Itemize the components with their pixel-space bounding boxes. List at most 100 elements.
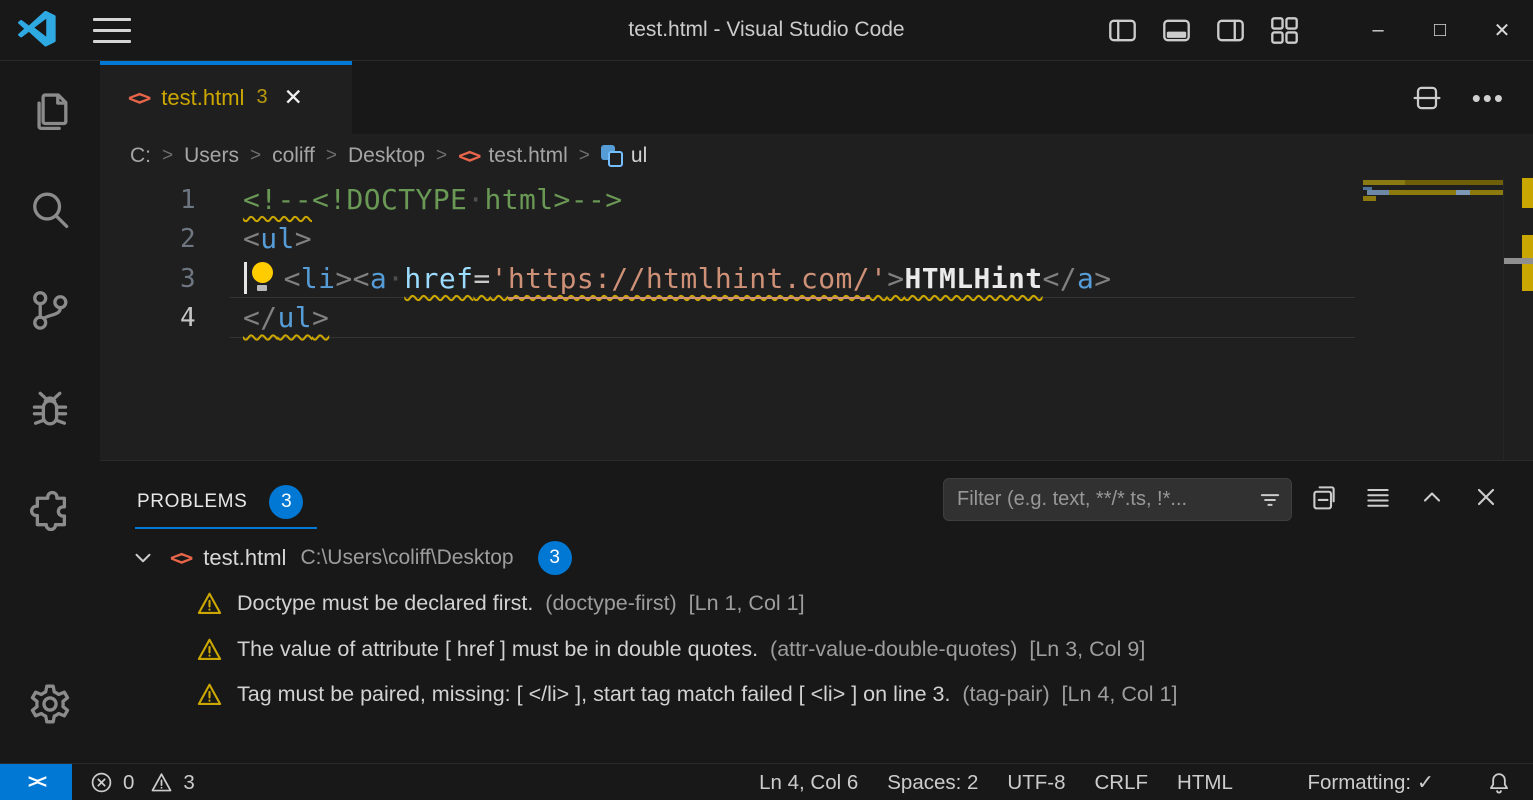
tab-close-icon[interactable]: ✕: [284, 84, 303, 111]
sidebar-item-settings[interactable]: [0, 669, 99, 739]
symbol-element-icon: [601, 145, 623, 167]
toggle-secondary-sidebar-button[interactable]: [1215, 15, 1246, 46]
check-icon: ✓: [1417, 771, 1434, 794]
code-token: HTMLHint: [905, 262, 1043, 295]
bell-icon: [1487, 771, 1511, 795]
status-formatting[interactable]: Formatting: ✓: [1262, 746, 1434, 800]
warning-icon: [196, 636, 223, 663]
status-encoding[interactable]: UTF-8: [1007, 771, 1065, 795]
chevron-right-icon: >: [162, 145, 173, 167]
problems-file-path: C:\Users\coliff\Desktop: [300, 546, 513, 570]
sidebar-item-search[interactable]: [0, 175, 99, 245]
activity-bar: [0, 61, 101, 763]
code-token: ul: [278, 301, 313, 334]
sidebar-item-explorer[interactable]: [0, 75, 99, 145]
notifications-bell[interactable]: [1487, 764, 1511, 800]
status-language[interactable]: HTML: [1177, 771, 1233, 795]
toggle-primary-sidebar-button[interactable]: [1107, 15, 1138, 46]
customize-layout-button[interactable]: [1269, 15, 1300, 46]
code-token: =: [473, 262, 490, 295]
sidebar-item-extensions[interactable]: [0, 473, 99, 543]
status-bar: >< 0 3 Ln 4, Col 6 Spaces: 2 UTF-8 CRLF …: [0, 763, 1533, 800]
error-icon: [90, 771, 113, 794]
html-file-icon: <>: [128, 86, 149, 110]
chevron-right-icon: >: [579, 145, 590, 167]
code-token: ': [870, 262, 887, 295]
lightbulb-icon[interactable]: [252, 262, 274, 292]
minimap[interactable]: [1360, 178, 1503, 460]
breadcrumb-item-symbol[interactable]: ul: [631, 144, 647, 168]
window-minimize-button[interactable]: –: [1347, 0, 1409, 60]
code-token: >: [335, 262, 352, 295]
filter-icon[interactable]: [1257, 487, 1283, 513]
problems-file-name: test.html: [203, 545, 286, 571]
problems-file-row[interactable]: <> test.html C:\Users\coliff\Desktop 3: [100, 537, 1533, 579]
tab-problems[interactable]: PROBLEMS 3: [137, 485, 303, 519]
sidebar-item-source-control[interactable]: [0, 275, 99, 345]
problem-row[interactable]: Doctype must be declared first. (doctype…: [100, 581, 1533, 626]
warning-icon: [196, 681, 223, 708]
breadcrumb-item-file[interactable]: test.html: [488, 144, 567, 168]
code-token: <!DOCTYPE: [312, 183, 467, 216]
warning-icon: [196, 590, 223, 617]
line-number: 2: [100, 219, 196, 259]
problem-row[interactable]: Tag must be paired, missing: [ </li> ], …: [100, 672, 1533, 717]
code-token: >: [887, 262, 904, 295]
problem-code-location: (tag-pair) [Ln 4, Col 1]: [950, 682, 1177, 707]
problem-message: The value of attribute [ href ] must be …: [237, 637, 758, 662]
window-title: test.html - Visual Studio Code: [0, 0, 1533, 60]
status-eol[interactable]: CRLF: [1095, 771, 1149, 795]
breadcrumb-item-users[interactable]: Users: [184, 144, 239, 168]
window-close-button[interactable]: ✕: [1471, 0, 1533, 60]
split-editor-icon[interactable]: [1412, 83, 1442, 113]
code-line-4[interactable]: 4 </ul>: [100, 298, 1360, 338]
view-as-table-icon[interactable]: [1364, 483, 1392, 511]
close-panel-icon[interactable]: [1472, 483, 1500, 511]
problem-row[interactable]: The value of attribute [ href ] must be …: [100, 627, 1533, 672]
code-token: ·: [467, 183, 484, 216]
text-cursor: [244, 262, 247, 294]
tab-test-html[interactable]: <> test.html 3 ✕: [100, 61, 352, 134]
breadcrumb-item-folder[interactable]: Desktop: [348, 144, 425, 168]
code-line-3[interactable]: 3<li><a·href='https://htmlhint.com/'>HTM…: [100, 259, 1360, 299]
status-cursor-position[interactable]: Ln 4, Col 6: [759, 771, 858, 795]
code-editor[interactable]: 1<!--<!DOCTYPE·html>-->2<ul>3<li><a·href…: [100, 178, 1360, 460]
chevron-right-icon: >: [326, 145, 337, 167]
remote-indicator[interactable]: ><: [0, 764, 72, 800]
line-number: 4: [100, 298, 196, 338]
line-number: 1: [100, 180, 196, 220]
code-line-1[interactable]: 1<!--<!DOCTYPE·html>-->: [100, 180, 1360, 220]
tab-problem-count: 3: [256, 86, 267, 109]
code-token: </: [243, 301, 278, 334]
problems-panel: PROBLEMS 3: [100, 460, 1533, 764]
code-token: >: [312, 301, 329, 334]
overview-ruler[interactable]: [1503, 178, 1533, 460]
status-problems[interactable]: 0 3: [90, 764, 195, 800]
source-control-icon: [27, 287, 73, 333]
code-line-2[interactable]: 2<ul>: [100, 219, 1360, 259]
files-icon: [27, 87, 73, 133]
chevron-right-icon: >: [436, 145, 447, 167]
breadcrumb-item-drive[interactable]: C:: [130, 144, 151, 168]
code-token: ': [491, 262, 508, 295]
window-maximize-button[interactable]: □: [1409, 0, 1471, 60]
code-token: li: [301, 262, 336, 295]
code-token: html>-->: [484, 183, 622, 216]
gear-icon: [27, 681, 73, 727]
html-file-icon: <>: [170, 546, 191, 570]
collapse-all-icon[interactable]: [1310, 483, 1338, 511]
line-number: 3: [100, 259, 196, 299]
breadcrumb-item-user[interactable]: coliff: [272, 144, 315, 168]
search-icon: [27, 187, 73, 233]
sidebar-item-run-debug[interactable]: [0, 375, 99, 445]
status-indentation[interactable]: Spaces: 2: [887, 771, 978, 795]
problem-message: Tag must be paired, missing: [ </li> ], …: [237, 682, 950, 707]
ruler-cursor-mark: [1504, 258, 1533, 264]
toggle-panel-button[interactable]: [1161, 15, 1192, 46]
chevron-right-icon: >: [250, 145, 261, 167]
maximize-panel-icon[interactable]: [1418, 483, 1446, 511]
problems-filter-input[interactable]: [944, 488, 1257, 511]
more-actions-icon[interactable]: •••: [1472, 83, 1505, 113]
chevron-down-icon[interactable]: [130, 545, 156, 571]
code-token: a: [370, 262, 387, 295]
